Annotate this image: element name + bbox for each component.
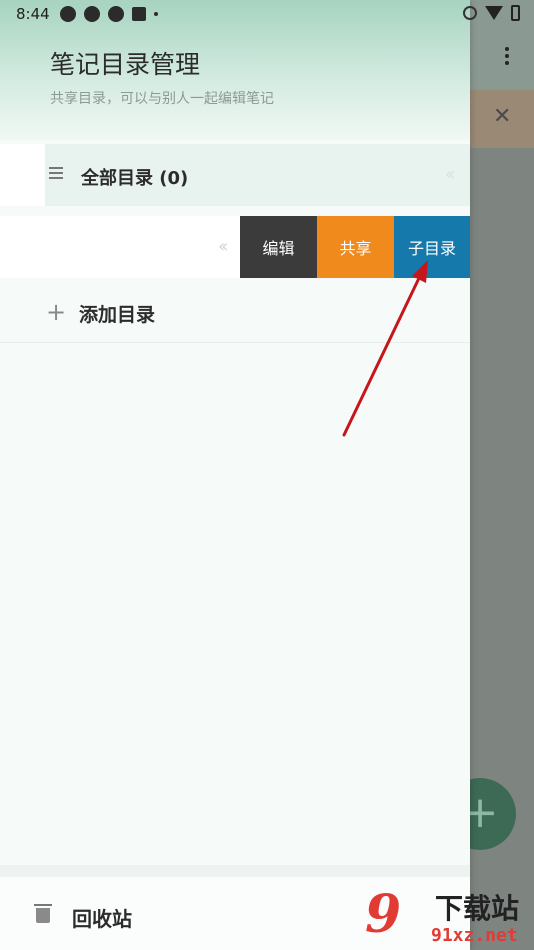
add-directory-label: 添加目录 xyxy=(79,304,156,326)
all-directories-label: 全部目录 (0) xyxy=(81,168,189,189)
recycle-bin-label: 回收站 xyxy=(72,907,132,931)
status-time: 8:44 xyxy=(16,5,50,23)
all-directories-left-edge xyxy=(0,144,45,206)
plus-icon: + xyxy=(46,298,67,326)
notification-app-icon xyxy=(108,6,124,22)
close-icon: ✕ xyxy=(493,104,512,129)
status-bar: 8:44 xyxy=(0,0,534,30)
watermark-chinese: 下载站 xyxy=(435,892,520,925)
wifi-icon xyxy=(485,6,503,20)
add-directory-row[interactable]: + 添加目录 xyxy=(0,282,470,343)
edit-button[interactable]: 编辑 xyxy=(240,216,317,278)
watermark: 9 下载站 91xz.net xyxy=(365,885,534,950)
drawer-subtitle: 共享目录，可以与别人一起编辑笔记 xyxy=(50,91,274,107)
all-directories-row[interactable]: 全部目录 (0) ‹‹ xyxy=(45,144,470,206)
share-button[interactable]: 共享 xyxy=(317,216,394,278)
chevron-left-icon: ‹‹ xyxy=(218,236,229,257)
drawer-title: 笔记目录管理 xyxy=(50,50,201,79)
notification-app-icon xyxy=(60,6,76,22)
divider xyxy=(0,865,470,877)
directory-row-swiped[interactable]: ‹‹ 编辑 共享 子目录 xyxy=(0,216,470,278)
list-icon xyxy=(49,167,63,181)
watermark-logo: 9 xyxy=(365,884,402,945)
watermark-domain: 91xz.net xyxy=(431,925,518,946)
directory-drawer: 笔记目录管理 共享目录，可以与别人一起编辑笔记 全部目录 (0) ‹‹ ‹‹ 编… xyxy=(0,0,470,950)
notification-dot-icon xyxy=(154,12,158,16)
notification-app-icon xyxy=(84,6,100,22)
subdirectory-button[interactable]: 子目录 xyxy=(394,216,470,278)
trash-icon xyxy=(34,904,52,923)
chevron-left-icon: ‹‹ xyxy=(445,164,456,185)
battery-icon xyxy=(511,5,520,21)
alarm-icon xyxy=(463,6,477,20)
overflow-menu-icon xyxy=(500,44,514,70)
notification-a-icon xyxy=(132,7,146,21)
